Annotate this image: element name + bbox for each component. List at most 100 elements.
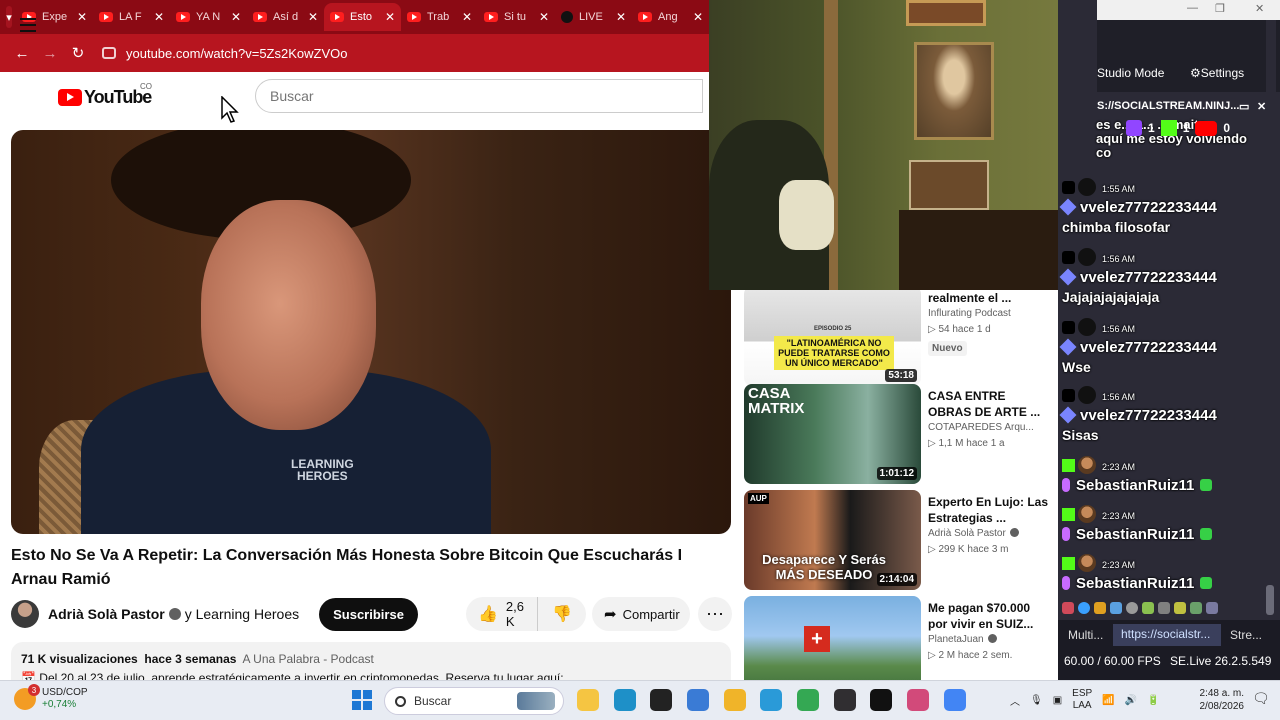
taskbar-search[interactable]: Buscar (384, 687, 564, 715)
close-panel-icon[interactable]: ✕ (1257, 100, 1266, 113)
browser-tab[interactable]: Esto ✕ (324, 3, 401, 31)
obs-icon[interactable] (834, 689, 856, 711)
close-window-icon[interactable]: ✕ (1255, 2, 1264, 15)
tab-close-icon[interactable]: ✕ (154, 10, 164, 24)
recommendation-channel[interactable]: Adrià Solà Pastor (928, 528, 1023, 539)
video-player[interactable]: LEARNING HEROES (11, 130, 731, 534)
more-actions-button[interactable]: ⋯ (698, 597, 732, 631)
video-thumbnail[interactable]: + (744, 596, 921, 680)
recommendation-title[interactable]: Experto En Lujo: Las Estrategias ... (928, 494, 1048, 526)
file-explorer-icon[interactable] (577, 689, 599, 711)
volume-icon[interactable]: 🔊 (1125, 695, 1137, 706)
recommendation-item[interactable]: + Me pagan $70.000 por vivir en SUIZ... Pl… (744, 596, 1058, 680)
menu-icon[interactable] (20, 18, 36, 36)
filter-icon[interactable] (1110, 602, 1122, 614)
reload-icon[interactable]: ↻ (64, 44, 92, 62)
recommendation-item[interactable]: "LATINOAMÉRICA NO PUEDE TRATARSE COMO UN… (744, 290, 1058, 386)
recommendation-title[interactable]: realmente el ... (928, 290, 1048, 306)
recommendation-title[interactable]: CASA ENTRE OBRAS DE ARTE ... (928, 388, 1048, 420)
dock-tab-socialstream[interactable]: https://socialstr... (1113, 624, 1221, 646)
brave-icon[interactable] (650, 689, 672, 711)
windows-start-icon[interactable] (352, 690, 372, 710)
files-icon[interactable] (760, 689, 782, 711)
video-thumbnail[interactable]: CASA MATRIX 1:01:12 (744, 384, 921, 484)
chat-username: vvelez77722233444 (1080, 407, 1217, 424)
url-text[interactable]: youtube.com/watch?v=5Zs2KowZVOo (126, 46, 347, 61)
subscribe-button[interactable]: Suscribirse (319, 597, 418, 631)
forward-arrow-icon[interactable]: → (36, 45, 64, 62)
display-icon[interactable]: ▣ (1053, 695, 1062, 706)
channel-name[interactable]: Adrià Solà Pastor (48, 606, 165, 622)
tiktok-live-icon[interactable] (870, 689, 892, 711)
video-thumbnail[interactable]: Desaparece Y Serás MÁS DESEADO AUP 2:14:04 (744, 490, 921, 590)
like-button[interactable]: 👍 2,6 K (466, 597, 539, 631)
popout-icon[interactable]: ▭ (1239, 100, 1249, 113)
emoji-icon[interactable] (1126, 602, 1138, 614)
maximize-icon[interactable]: ❐ (1215, 2, 1225, 15)
chrome-icon[interactable] (797, 689, 819, 711)
recommendation-channel[interactable]: COTAPAREDES Arqu... (928, 422, 1034, 433)
back-arrow-icon[interactable]: ← (8, 45, 36, 62)
browser-tab[interactable]: LIVE ✕ (555, 3, 632, 31)
tab-close-icon[interactable]: ✕ (616, 10, 626, 24)
tab-close-icon[interactable]: ✕ (308, 10, 318, 24)
url-field[interactable]: youtube.com/watch?v=5Zs2KowZVOo (102, 46, 347, 61)
capcut-icon[interactable] (907, 689, 929, 711)
browser-tab[interactable]: Trab ✕ (401, 3, 478, 31)
microphone-icon[interactable]: 🎙 (1030, 695, 1043, 706)
chat-scroll-thumb[interactable] (1266, 585, 1274, 615)
minimize-icon[interactable]: — (1187, 2, 1198, 14)
browser-tab[interactable]: YA N ✕ (170, 3, 247, 31)
browser-tab[interactable]: LA F ✕ (93, 3, 170, 31)
chat-bubble-icon[interactable] (1078, 602, 1090, 614)
recommendation-item[interactable]: CASA MATRIX 1:01:12 CASA ENTRE OBRAS DE AR… (744, 384, 1058, 484)
bell-icon[interactable] (1094, 602, 1106, 614)
recommendation-item[interactable]: Desaparece Y Serás MÁS DESEADO AUP 2:14:04… (744, 490, 1058, 590)
language-indicator[interactable]: ESP LAA (1072, 688, 1092, 712)
dislike-button[interactable]: 👎 (538, 604, 586, 624)
tab-close-icon[interactable]: ✕ (77, 10, 87, 24)
tab-search-dropdown-icon[interactable]: ▾ (6, 6, 12, 28)
recommendation-channel[interactable]: PlanetaJuan (928, 634, 1001, 645)
browser-tab[interactable]: Ang ✕ (632, 3, 709, 31)
description-box[interactable]: 71 K visualizaciones hace 3 semanas A Un… (11, 642, 731, 685)
youtube-logo[interactable]: YouTube (58, 87, 152, 108)
folder-icon[interactable] (724, 689, 746, 711)
highlight-icon[interactable] (1174, 602, 1186, 614)
share-button[interactable]: ➦ Compartir (592, 597, 690, 631)
recommendation-channel[interactable]: Influrating Podcast (928, 308, 1011, 319)
battery-icon[interactable]: 🔋 (1147, 695, 1159, 706)
browser-tab[interactable]: Así d ✕ (247, 3, 324, 31)
tab-close-icon[interactable]: ✕ (385, 10, 395, 24)
tab-close-icon[interactable]: ✕ (231, 10, 241, 24)
dock-tab-multi[interactable]: Multi... (1068, 628, 1103, 642)
ticker-widget[interactable]: 3 USD/COP +0,74% (14, 684, 88, 711)
video-thumbnail[interactable]: "LATINOAMÉRICA NO PUEDE TRATARSE COMO UN… (744, 290, 921, 386)
auto-icon[interactable] (1190, 602, 1202, 614)
studio-mode-button[interactable]: Studio Mode (1097, 66, 1164, 80)
browser-tab[interactable]: Si tu ✕ (478, 3, 555, 31)
gear-small-icon[interactable] (1158, 602, 1170, 614)
broadcast-icon[interactable] (1206, 602, 1218, 614)
site-info-icon[interactable] (102, 47, 116, 59)
chrome-profile-icon[interactable] (944, 689, 966, 711)
tab-close-icon[interactable]: ✕ (693, 10, 703, 24)
store-icon[interactable] (687, 689, 709, 711)
tts-icon[interactable] (1142, 602, 1154, 614)
notifications-icon[interactable]: 🗨 (1252, 690, 1270, 707)
tab-close-icon[interactable]: ✕ (462, 10, 472, 24)
tray-overflow-icon[interactable]: ︿ (1010, 693, 1020, 708)
channel-avatar[interactable] (11, 600, 39, 628)
pause-icon[interactable] (1062, 602, 1074, 614)
system-clock[interactable]: 2:48 a. m. 2/08/2026 (1196, 687, 1245, 713)
chat-scrollbar[interactable] (1266, 20, 1276, 620)
dock-tab-stream[interactable]: Stre... (1230, 628, 1262, 642)
recommendation-title[interactable]: Me pagan $70.000 por vivir en SUIZ... (928, 600, 1048, 632)
wifi-icon[interactable]: 📶 (1102, 695, 1114, 706)
tab-close-icon[interactable]: ✕ (539, 10, 549, 24)
collab-channel[interactable]: y Learning Heroes (185, 606, 299, 622)
description-tag[interactable]: A Una Palabra - Podcast (242, 652, 373, 666)
edge-icon[interactable] (614, 689, 636, 711)
settings-button[interactable]: ⚙Settings (1190, 66, 1244, 80)
search-input[interactable] (255, 79, 703, 113)
